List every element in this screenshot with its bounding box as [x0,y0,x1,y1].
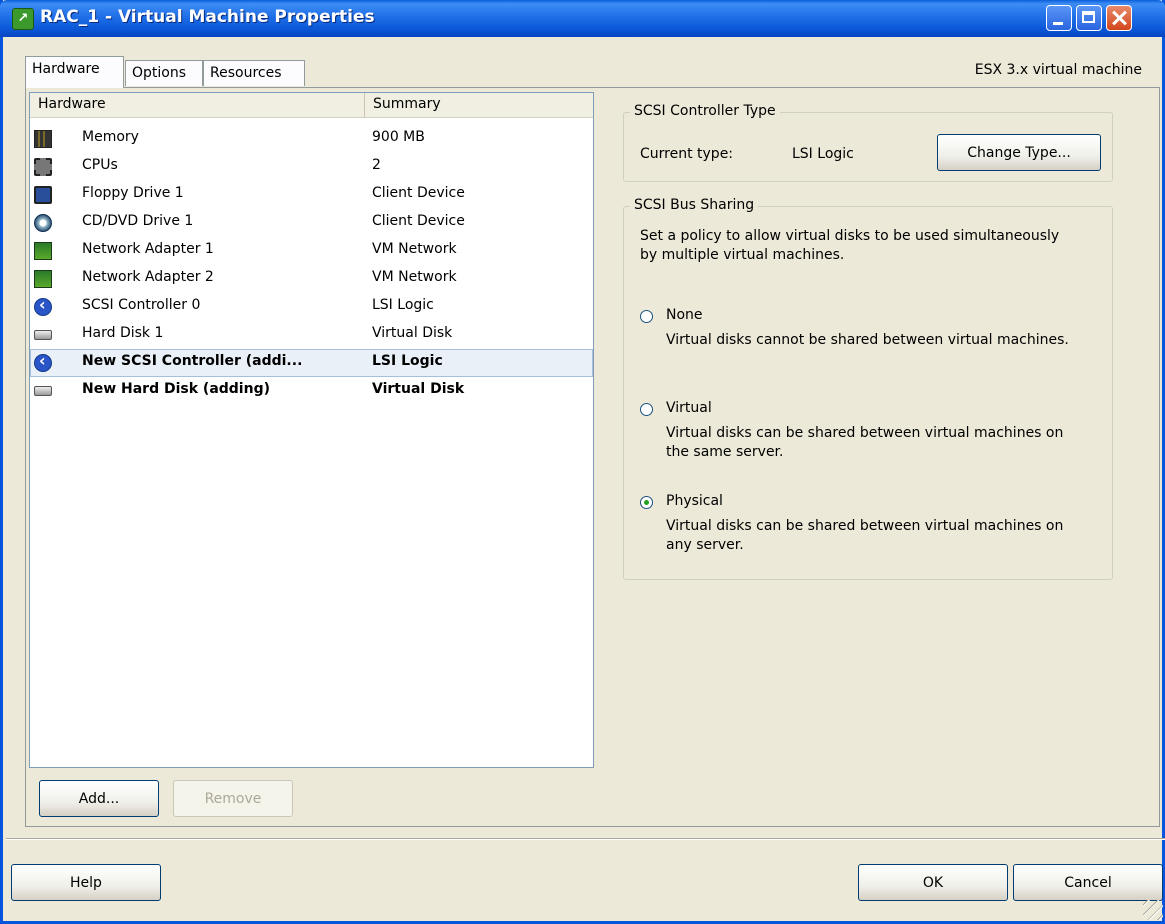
resize-grip[interactable] [1143,900,1163,920]
row-name: Memory [82,129,139,145]
group-legend: SCSI Controller Type [630,103,780,119]
row-summary: Client Device [372,185,465,201]
row-name: New Hard Disk (adding) [82,381,270,397]
row-summary: Virtual Disk [372,381,465,397]
close-button[interactable] [1106,5,1132,31]
add-button[interactable]: Add... [39,780,159,817]
radio-none-description: Virtual disks cannot be shared between v… [666,332,1069,348]
radio-none-label[interactable]: None [666,307,703,323]
help-button[interactable]: Help [11,864,161,901]
row-name: Network Adapter 2 [82,269,214,285]
change-type-button[interactable]: Change Type... [937,134,1101,171]
remove-button[interactable]: Remove [173,780,293,817]
column-header-summary[interactable]: Summary [365,93,593,117]
radio-physical-description: Virtual disks can be shared between virt… [666,518,1064,553]
radio-physical-label[interactable]: Physical [666,493,723,509]
row-summary: 900 MB [372,129,425,145]
table-row-selected[interactable]: New SCSI Controller (addi... LSI Logic [30,349,593,377]
table-row[interactable]: Network Adapter 1 VM Network [30,237,593,265]
row-summary: LSI Logic [372,353,443,369]
row-summary: 2 [372,157,381,173]
radio-virtual-description: Virtual disks can be shared between virt… [666,425,1064,460]
ok-button[interactable]: OK [858,864,1008,901]
tab-options[interactable]: Options [125,60,203,86]
radio-none[interactable] [640,310,653,323]
radio-physical[interactable] [640,496,653,509]
radio-virtual-label[interactable]: Virtual [666,400,712,416]
row-summary: LSI Logic [372,297,434,313]
row-summary: VM Network [372,241,457,257]
maximize-button[interactable] [1076,5,1102,31]
minimize-button[interactable] [1046,5,1072,31]
table-row[interactable]: Memory 900 MB [30,125,593,153]
current-type-label: Current type: [640,146,734,162]
vm-version-label: ESX 3.x virtual machine [974,62,1142,78]
row-summary: Client Device [372,213,465,229]
table-row[interactable]: Network Adapter 2 VM Network [30,265,593,293]
table-row[interactable]: Hard Disk 1 Virtual Disk [30,321,593,349]
tab-resources[interactable]: Resources [203,60,305,86]
network-adapter-icon [34,242,52,260]
floppy-icon [34,186,52,204]
cd-dvd-icon [34,214,52,232]
vm-properties-window: ↗ RAC_1 - Virtual Machine Properties Har… [0,0,1165,924]
tab-hardware[interactable]: Hardware [25,56,124,88]
cpu-icon [34,158,52,176]
row-name: CD/DVD Drive 1 [82,213,194,229]
radio-virtual[interactable] [640,403,653,416]
hardware-list[interactable]: Hardware Summary Memory 900 MB CPUs 2 Fl… [29,92,594,768]
row-name: New SCSI Controller (addi... [82,353,303,369]
memory-icon [34,130,52,148]
scsi-controller-icon [34,295,52,316]
group-legend: SCSI Bus Sharing [630,197,759,213]
network-adapter-icon [34,270,52,288]
hard-disk-icon [34,386,52,396]
table-row[interactable]: CD/DVD Drive 1 Client Device [30,209,593,237]
cancel-button[interactable]: Cancel [1013,864,1163,901]
list-header: Hardware Summary [30,93,593,118]
hard-disk-icon [34,330,52,340]
table-row[interactable]: CPUs 2 [30,153,593,181]
footer-divider [6,838,1165,840]
scsi-bus-sharing-group: SCSI Bus Sharing Set a policy to allow v… [623,197,1113,580]
title-bar[interactable]: ↗ RAC_1 - Virtual Machine Properties [0,0,1165,37]
row-summary: VM Network [372,269,457,285]
table-row[interactable]: New Hard Disk (adding) Virtual Disk [30,377,593,405]
row-summary: Virtual Disk [372,325,453,341]
scsi-controller-icon [34,351,52,372]
current-type-value: LSI Logic [792,146,854,162]
column-header-hardware[interactable]: Hardware [30,93,365,117]
vm-icon: ↗ [12,8,34,30]
row-name: Floppy Drive 1 [82,185,184,201]
row-name: Hard Disk 1 [82,325,164,341]
window-title: RAC_1 - Virtual Machine Properties [40,7,375,27]
row-name: CPUs [82,157,118,173]
row-name: SCSI Controller 0 [82,297,201,313]
row-name: Network Adapter 1 [82,241,214,257]
table-row[interactable]: Floppy Drive 1 Client Device [30,181,593,209]
table-row[interactable]: SCSI Controller 0 LSI Logic [30,293,593,321]
bus-sharing-description: Set a policy to allow virtual disks to b… [640,228,1060,263]
